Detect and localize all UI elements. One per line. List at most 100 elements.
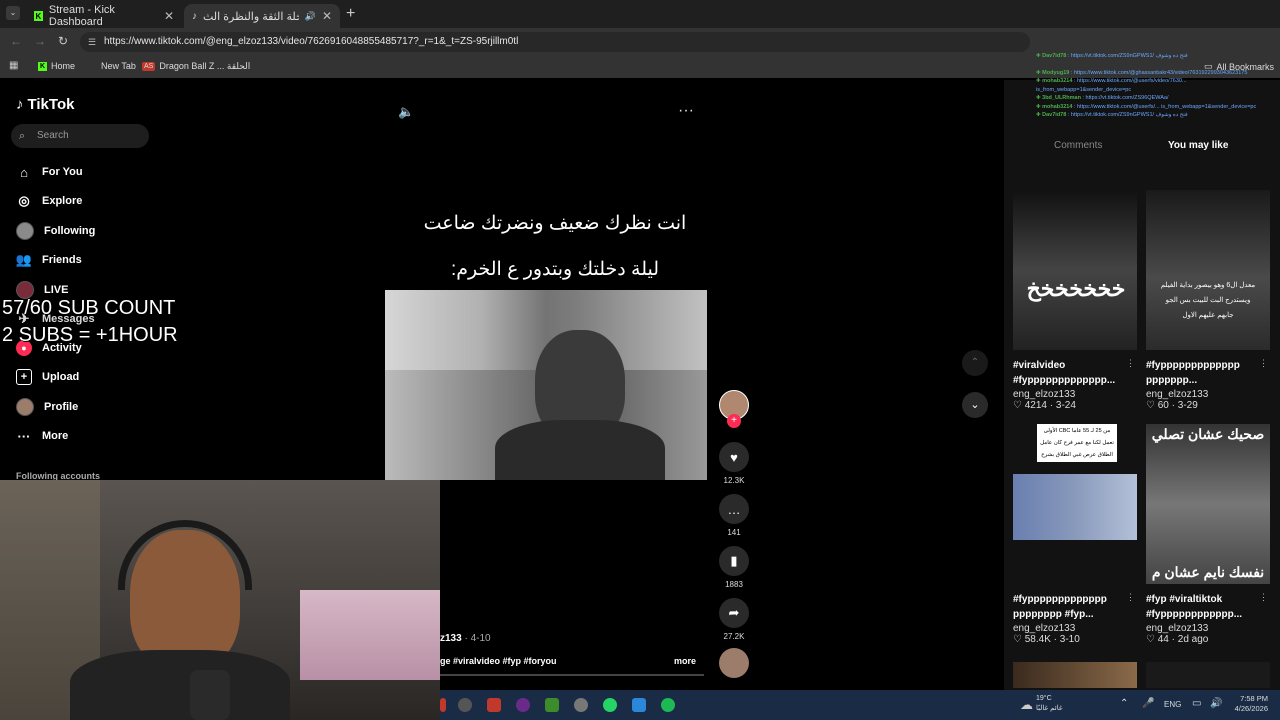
tab-comments[interactable]: Comments xyxy=(1054,140,1102,151)
address-bar[interactable]: ☰ https://www.tiktok.com/@eng_elzoz133/v… xyxy=(80,32,1030,52)
video-date: 4-10 xyxy=(470,633,491,644)
app-icon[interactable] xyxy=(632,698,646,712)
card-more-icon[interactable]: ⋮ xyxy=(1259,592,1268,603)
nav-explore[interactable]: ◎ Explore xyxy=(16,193,82,209)
reload-icon[interactable]: ↻ xyxy=(58,34,68,48)
bookmark-label: New Tab xyxy=(101,61,136,71)
card-title: #fyppppppppppppp pppppppp #fyp... xyxy=(1013,594,1107,620)
app-icon[interactable] xyxy=(516,698,530,712)
tiktok-logo[interactable]: ♪ TikTok xyxy=(16,96,74,113)
video-tags[interactable]: ge #viralvideo #fyp #foryou xyxy=(440,656,557,666)
logo-text: TikTok xyxy=(27,96,75,113)
whatsapp-icon[interactable] xyxy=(603,698,617,712)
chevron-up-icon[interactable]: ⌃ xyxy=(1120,698,1128,709)
nav-more[interactable]: ··· More xyxy=(16,428,69,444)
obs-icon[interactable] xyxy=(458,698,472,712)
home-icon: ⌂ xyxy=(20,164,28,180)
heart-icon: ♡ xyxy=(1013,400,1022,411)
like-action[interactable]: ♥ 12.3K xyxy=(718,442,750,485)
chat-message: ✚ Modyug19 : https://www.tiktok.com/@gha… xyxy=(1036,69,1248,76)
suggested-video-card[interactable]: خخخخخخخ #viralvideo #fyppppppppppppp... … xyxy=(1013,190,1137,411)
site-info-icon[interactable]: ☰ xyxy=(88,32,96,52)
browser-tabbar: ⌄ K Stream - Kick Dashboard ✕ ♪ ليلة الد… xyxy=(0,0,1280,28)
bookmark-label: Dragon Ball Z ... الحلقة xyxy=(159,61,251,71)
save-action[interactable]: ▮ 1883 xyxy=(718,546,750,589)
tiktok-icon: ♪ xyxy=(192,10,197,22)
avatar-icon xyxy=(16,222,34,240)
app-icon[interactable] xyxy=(574,698,588,712)
card-user: eng_elzoz133 xyxy=(1146,623,1209,634)
more-icon: ··· xyxy=(17,428,31,444)
tab-tiktok-video[interactable]: ♪ ليلة الدخلة الثقة والنظرة الث... 🔊 ✕ xyxy=(184,4,340,28)
nav-upload[interactable]: + Upload xyxy=(16,369,79,385)
comment-action[interactable]: … 141 xyxy=(718,494,750,537)
webcam-feed xyxy=(0,480,440,720)
apps-icon[interactable]: ▦ xyxy=(9,60,18,71)
search-icon: ⌕ xyxy=(19,130,26,142)
speaker-icon[interactable]: 🔊 xyxy=(305,11,316,22)
video-thumbnail: معدل ال6 وهو بيصور بداية الفيلم ويستدرج … xyxy=(1146,190,1270,350)
friends-icon: 👥 xyxy=(15,252,33,267)
minecraft-icon[interactable] xyxy=(545,698,559,712)
card-meta: ♡ 44 · 2d ago xyxy=(1146,634,1209,645)
suggested-video-card[interactable]: معدل ال6 وهو بيصور بداية الفيلم ويستدرج … xyxy=(1146,190,1270,411)
video-caption-line1: انت نظرك ضعيف ونضرتك ضاعت xyxy=(423,213,687,234)
volume-icon[interactable]: 🔊 xyxy=(1210,698,1222,709)
close-tab-icon[interactable]: ✕ xyxy=(322,9,332,23)
video-caption-line2: ليلة دخلتك وبتدور ع الخرم: xyxy=(450,259,660,280)
search-input[interactable]: ⌕ Search xyxy=(11,124,149,148)
forward-icon[interactable]: → xyxy=(34,34,46,48)
card-more-icon[interactable]: ⋮ xyxy=(1126,358,1135,369)
bookmark-dragon-ball[interactable]: AS Dragon Ball Z ... الحلقة xyxy=(142,61,250,72)
video-player[interactable] xyxy=(385,290,707,480)
clock[interactable]: 7:58 PM 4/26/2026 xyxy=(1224,694,1268,714)
tab-you-may-like[interactable]: You may like xyxy=(1168,140,1228,151)
video-author[interactable]: z133 xyxy=(440,633,462,644)
microphone-icon[interactable]: 🎤 xyxy=(1142,698,1154,709)
bookmark-new-tab[interactable]: New Tab xyxy=(101,61,136,71)
chat-message: ✚ 3bd_ULRhman : https://vt.tiktok.com/ZS… xyxy=(1036,95,1169,101)
sound-disc[interactable] xyxy=(718,648,750,682)
nav-label: Explore xyxy=(42,195,83,207)
nav-friends[interactable]: 👥 Friends xyxy=(16,252,82,268)
heart-icon: ♡ xyxy=(1146,634,1155,645)
weather-widget[interactable]: 19°C غائم غالبًا xyxy=(1036,694,1063,714)
close-tab-icon[interactable]: ✕ xyxy=(164,9,174,23)
app-icon[interactable] xyxy=(440,698,446,712)
tab-kick-dashboard[interactable]: K Stream - Kick Dashboard ✕ xyxy=(26,4,182,28)
suggested-video-card[interactable]: من 25 لـ 55 عاما CBC الأولى تعمل لكنا مع… xyxy=(1013,424,1137,645)
more-options-icon[interactable]: ··· xyxy=(678,102,694,120)
previous-video-button[interactable]: ⌃ xyxy=(962,350,988,376)
video-thumbnail[interactable] xyxy=(1146,662,1270,688)
card-user: eng_elzoz133 xyxy=(1013,389,1076,400)
nav-following[interactable]: Following xyxy=(16,222,95,240)
network-icon[interactable]: ▭ xyxy=(1192,698,1201,709)
language-indicator[interactable]: ENG xyxy=(1164,700,1181,709)
heart-icon: ♡ xyxy=(1146,400,1155,411)
more-link[interactable]: more xyxy=(674,656,696,666)
comment-count: 141 xyxy=(727,528,741,537)
tab-menu-icon[interactable]: ⌄ xyxy=(6,6,20,20)
new-tab-button[interactable]: + xyxy=(346,5,355,23)
compass-icon: ◎ xyxy=(18,193,30,208)
adobe-icon[interactable] xyxy=(487,698,501,712)
webcam-microphone xyxy=(190,670,230,720)
share-action[interactable]: ➦ 27.2K xyxy=(718,598,750,641)
tab-label: Stream - Kick Dashboard xyxy=(48,4,115,28)
follow-plus-icon[interactable]: + xyxy=(727,414,741,428)
nav-profile[interactable]: Profile xyxy=(16,398,78,416)
nav-for-you[interactable]: ⌂ For You xyxy=(16,164,82,180)
bookmark-home[interactable]: K Home xyxy=(38,61,75,71)
windows-taskbar: ☁ 19°C غائم غالبًا ⌃ 🎤 ENG ▭ 🔊 7:58 PM 4… xyxy=(440,690,1280,720)
video-thumbnail[interactable] xyxy=(1013,662,1137,688)
suggested-video-card[interactable]: صحيك عشان تصلي نفسك نايم عشان م #fyp #vi… xyxy=(1146,424,1270,645)
card-more-icon[interactable]: ⋮ xyxy=(1126,592,1135,603)
spotify-icon[interactable] xyxy=(661,698,675,712)
back-icon[interactable]: ← xyxy=(10,34,22,48)
next-video-button[interactable]: ⌄ xyxy=(962,392,988,418)
volume-icon[interactable]: 🔈 xyxy=(398,104,414,120)
thumbnail-image xyxy=(1013,474,1137,540)
card-more-icon[interactable]: ⋮ xyxy=(1259,358,1268,369)
author-avatar-action[interactable]: + xyxy=(718,390,750,428)
video-progress-bar[interactable] xyxy=(440,674,704,676)
